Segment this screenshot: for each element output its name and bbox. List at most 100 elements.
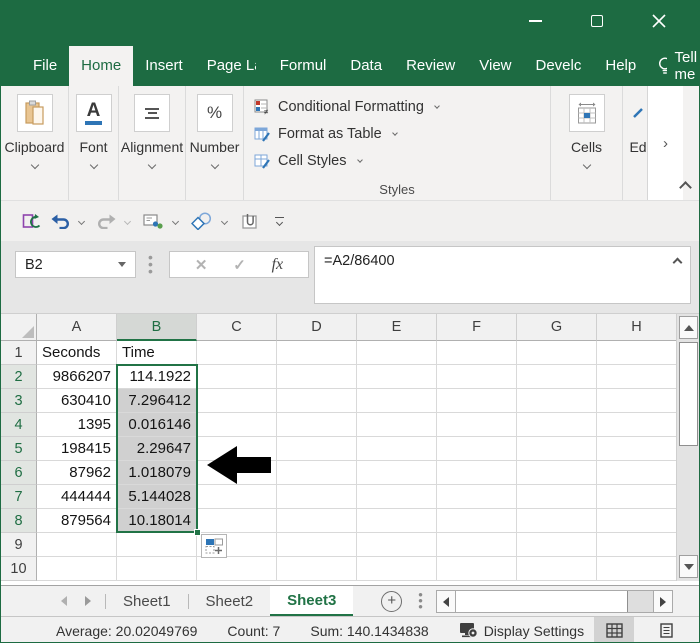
cell-g2[interactable]: [517, 365, 597, 389]
tab-bar-drag-handle[interactable]: •••: [418, 592, 423, 610]
page-layout-view-button[interactable]: [646, 617, 686, 643]
cell-b9[interactable]: [117, 533, 197, 557]
cell-a5[interactable]: 198415: [37, 437, 117, 461]
cell-d1[interactable]: [277, 341, 357, 365]
chevron-down-icon[interactable]: [582, 161, 590, 169]
column-header-g[interactable]: G: [517, 314, 597, 341]
cell-b8[interactable]: 10.18014: [117, 509, 197, 533]
cell-d5[interactable]: [277, 437, 357, 461]
ribbon-group-font[interactable]: A Font: [69, 86, 119, 200]
sheet-tab-sheet3[interactable]: Sheet3: [270, 586, 353, 616]
select-all-button[interactable]: [1, 314, 37, 341]
chevron-down-icon[interactable]: [148, 161, 156, 169]
cell-e1[interactable]: [357, 341, 437, 365]
cell-d4[interactable]: [277, 413, 357, 437]
chevron-down-icon[interactable]: [30, 161, 38, 169]
row-header-1[interactable]: 1: [1, 341, 37, 365]
cell-h4[interactable]: [597, 413, 677, 437]
cell-d2[interactable]: [277, 365, 357, 389]
cell-f8[interactable]: [437, 509, 517, 533]
cell-g4[interactable]: [517, 413, 597, 437]
row-header-5[interactable]: 5: [1, 437, 37, 461]
next-sheet-icon[interactable]: [85, 596, 91, 606]
customize-toolbar-button[interactable]: [275, 217, 284, 225]
cell-b2[interactable]: 114.1922: [117, 365, 197, 389]
cell-d7[interactable]: [277, 485, 357, 509]
column-header-b[interactable]: B: [117, 314, 197, 341]
normal-view-button[interactable]: [594, 617, 634, 643]
cell-a4[interactable]: 1395: [37, 413, 117, 437]
cell-g9[interactable]: [517, 533, 597, 557]
cell-b1[interactable]: Time: [117, 341, 197, 365]
cell-d3[interactable]: [277, 389, 357, 413]
cell-c2[interactable]: [197, 365, 277, 389]
cell-h9[interactable]: [597, 533, 677, 557]
cell-a2[interactable]: 9866207: [37, 365, 117, 389]
maximize-button[interactable]: [575, 6, 619, 36]
cell-e3[interactable]: [357, 389, 437, 413]
expand-formula-bar-icon[interactable]: [673, 258, 683, 268]
cell-c7[interactable]: [197, 485, 277, 509]
cell-e7[interactable]: [357, 485, 437, 509]
column-header-d[interactable]: D: [277, 314, 357, 341]
cell-e2[interactable]: [357, 365, 437, 389]
column-header-c[interactable]: C: [197, 314, 277, 341]
cell-h2[interactable]: [597, 365, 677, 389]
cell-g10[interactable]: [517, 557, 597, 581]
cell-f4[interactable]: [437, 413, 517, 437]
cells-button[interactable]: [569, 94, 605, 132]
menu-tab-formulas[interactable]: Formul: [268, 46, 339, 86]
cell-b10[interactable]: [117, 557, 197, 581]
cell-a9[interactable]: [37, 533, 117, 557]
redo-button[interactable]: [94, 207, 119, 235]
cell-h10[interactable]: [597, 557, 677, 581]
cell-f9[interactable]: [437, 533, 517, 557]
undo-dropdown-icon[interactable]: [78, 217, 85, 224]
new-sheet-button[interactable]: +: [381, 591, 402, 612]
minimize-button[interactable]: [513, 6, 557, 36]
row-header-4[interactable]: 4: [1, 413, 37, 437]
display-settings-button[interactable]: Display Settings: [459, 622, 584, 639]
font-button[interactable]: A: [76, 94, 112, 132]
cell-d8[interactable]: [277, 509, 357, 533]
column-header-f[interactable]: F: [437, 314, 517, 341]
close-button[interactable]: [637, 6, 681, 36]
column-header-e[interactable]: E: [357, 314, 437, 341]
fill-handle[interactable]: [194, 529, 201, 536]
cell-a1[interactable]: Seconds: [37, 341, 117, 365]
horizontal-scrollbar[interactable]: [436, 590, 673, 613]
cell-g8[interactable]: [517, 509, 597, 533]
cell-c8[interactable]: [197, 509, 277, 533]
cell-styles-button[interactable]: Cell Styles: [254, 147, 550, 174]
attach-button[interactable]: [237, 207, 263, 235]
cell-c1[interactable]: [197, 341, 277, 365]
sheet-tab-sheet1[interactable]: Sheet1: [106, 586, 188, 616]
cell-g1[interactable]: [517, 341, 597, 365]
redo-dropdown-icon[interactable]: [124, 217, 131, 224]
menu-tab-review[interactable]: Review: [394, 46, 467, 86]
menu-tab-home[interactable]: Home: [69, 46, 133, 86]
cell-f1[interactable]: [437, 341, 517, 365]
conditional-formatting-button[interactable]: ≠ Conditional Formatting: [254, 93, 550, 120]
cell-c3[interactable]: [197, 389, 277, 413]
chevron-down-icon[interactable]: [89, 161, 97, 169]
row-header-6[interactable]: 6: [1, 461, 37, 485]
cell-b7[interactable]: 5.144028: [117, 485, 197, 509]
cell-g7[interactable]: [517, 485, 597, 509]
ribbon-group-number[interactable]: % Number: [186, 86, 244, 200]
cell-g3[interactable]: [517, 389, 597, 413]
menu-tab-view[interactable]: View: [467, 46, 523, 86]
menu-tab-file[interactable]: File: [21, 46, 69, 86]
cancel-icon[interactable]: ✕: [195, 256, 208, 274]
paste-button[interactable]: [17, 94, 53, 132]
shapes-button[interactable]: [188, 207, 216, 235]
enter-icon[interactable]: ✓: [233, 256, 246, 274]
row-header-10[interactable]: 10: [1, 557, 37, 581]
cell-e4[interactable]: [357, 413, 437, 437]
column-header-h[interactable]: H: [597, 314, 677, 341]
cell-e10[interactable]: [357, 557, 437, 581]
cell-a6[interactable]: 87962: [37, 461, 117, 485]
cell-g6[interactable]: [517, 461, 597, 485]
name-box[interactable]: B2: [15, 251, 136, 278]
cell-e5[interactable]: [357, 437, 437, 461]
